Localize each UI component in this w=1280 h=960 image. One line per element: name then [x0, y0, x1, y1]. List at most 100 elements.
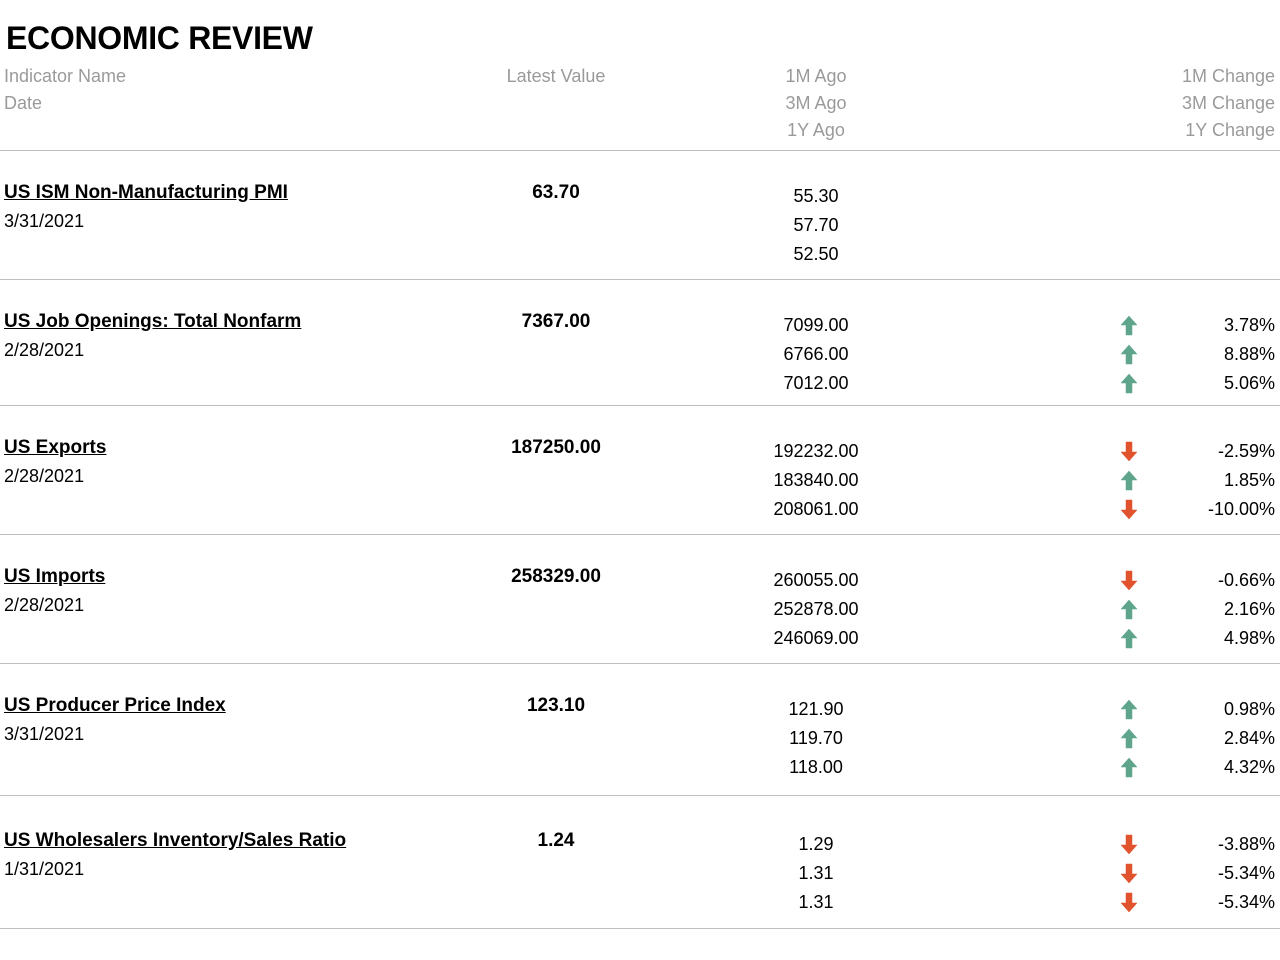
arrow-up-icon [1117, 753, 1141, 782]
change-value: 4.32% [1223, 757, 1275, 777]
arrow-up-icon [1117, 724, 1141, 753]
arrow-up-icon [1117, 311, 1141, 340]
change-value: -3.88% [1217, 834, 1275, 854]
change-value: 2.84% [1223, 728, 1275, 748]
ago-value: 7012.00 [783, 373, 849, 393]
latest-value: 1.24 [537, 830, 575, 851]
latest-value: 258329.00 [511, 566, 601, 587]
header-change: 1M Change 3M Change 1Y Change [1182, 63, 1275, 144]
change-values: 0.98% 2.84% 4.32% [1224, 695, 1275, 782]
header-1y-ago: 1Y Ago [787, 120, 845, 140]
ago-value: 1.31 [798, 892, 834, 912]
ago-values: 260055.00 252878.00 246069.00 [716, 566, 916, 653]
ago-value: 192232.00 [773, 441, 859, 461]
ago-values: 192232.00 183840.00 208061.00 [716, 437, 916, 524]
ago-value: 55.30 [793, 186, 839, 206]
row-divider [0, 534, 1280, 535]
ago-value: 252878.00 [773, 599, 859, 619]
ago-values: 121.90 119.70 118.00 [716, 695, 916, 782]
change-arrows [1117, 566, 1141, 653]
indicator-name[interactable]: US Wholesalers Inventory/Sales Ratio [4, 830, 346, 852]
change-value: 5.06% [1223, 373, 1275, 393]
header-1y-change: 1Y Change [1185, 120, 1275, 140]
arrow-down-icon [1117, 859, 1141, 888]
ago-value: 183840.00 [773, 470, 859, 490]
arrow-up-icon [1117, 369, 1141, 398]
change-values: -2.59% 1.85% -10.00% [1208, 437, 1275, 524]
row-divider [0, 663, 1280, 664]
indicator-row: US Producer Price Index 3/31/2021 123.10 12… [0, 695, 1280, 825]
change-arrows [1117, 437, 1141, 524]
arrow-down-icon [1117, 830, 1141, 859]
change-value: -10.00% [1207, 499, 1275, 519]
ago-value: 121.90 [788, 699, 844, 719]
ago-value: 52.50 [793, 244, 839, 264]
arrow-up-icon [1117, 466, 1141, 495]
header-3m-change: 3M Change [1181, 93, 1275, 113]
row-divider [0, 405, 1280, 406]
header-latest-value: Latest Value [506, 66, 606, 86]
indicator-date: 2/28/2021 [4, 466, 85, 486]
indicator-name[interactable]: US ISM Non-Manufacturing PMI [4, 182, 288, 204]
arrow-down-icon [1117, 888, 1141, 917]
change-values: -3.88% -5.34% -5.34% [1218, 830, 1275, 917]
indicator-row: US Job Openings: Total Nonfarm 2/28/2021 7… [0, 311, 1280, 441]
indicator-row: US Imports 2/28/2021 258329.00 260055.00 252… [0, 566, 1280, 696]
ago-values: 7099.00 6766.00 7012.00 [716, 311, 916, 398]
ago-value: 6766.00 [783, 344, 849, 364]
header-3m-ago: 3M Ago [785, 93, 847, 113]
change-arrows [1117, 311, 1141, 398]
header-1m-change: 1M Change [1181, 66, 1275, 86]
header-date: Date [4, 93, 43, 113]
arrow-up-icon [1117, 624, 1141, 653]
ago-value: 246069.00 [773, 628, 859, 648]
change-value: 3.78% [1223, 315, 1275, 335]
change-values: 3.78% 8.88% 5.06% [1224, 311, 1275, 398]
ago-value: 260055.00 [773, 570, 859, 590]
indicator-date: 3/31/2021 [4, 211, 85, 231]
latest-value: 123.10 [526, 695, 586, 716]
latest-value: 7367.00 [521, 311, 591, 332]
ago-values: 1.29 1.31 1.31 [716, 830, 916, 917]
ago-value: 1.31 [798, 863, 834, 883]
ago-value: 7099.00 [783, 315, 849, 335]
indicator-name[interactable]: US Imports [4, 566, 105, 588]
indicator-name[interactable]: US Exports [4, 437, 106, 459]
ago-values: 55.30 57.70 52.50 [716, 182, 916, 269]
change-value: -2.59% [1217, 441, 1275, 461]
indicator-row: US ISM Non-Manufacturing PMI 3/31/2021 63.… [0, 182, 1280, 312]
arrow-up-icon [1117, 695, 1141, 724]
indicator-name[interactable]: US Job Openings: Total Nonfarm [4, 311, 301, 333]
change-arrows [1117, 830, 1141, 917]
row-divider [0, 279, 1280, 280]
header-divider [0, 150, 1280, 151]
ago-value: 1.29 [798, 834, 834, 854]
arrow-down-icon [1117, 566, 1141, 595]
change-value: 4.98% [1223, 628, 1275, 648]
latest-value: 63.70 [532, 182, 580, 203]
indicator-date: 3/31/2021 [4, 724, 85, 744]
change-value: 1.85% [1223, 470, 1275, 490]
header-left: Indicator Name Date [4, 63, 126, 117]
header-ago: 1M Ago 3M Ago 1Y Ago [716, 63, 916, 144]
indicator-row: US Exports 2/28/2021 187250.00 192232.00 183… [0, 437, 1280, 567]
change-value: -0.66% [1217, 570, 1275, 590]
page-title: ECONOMIC REVIEW [6, 20, 313, 56]
row-divider [0, 928, 1280, 929]
ago-value: 118.00 [789, 757, 843, 777]
arrow-down-icon [1117, 437, 1141, 466]
arrow-up-icon [1117, 595, 1141, 624]
arrow-down-icon [1117, 495, 1141, 524]
indicator-name[interactable]: US Producer Price Index [4, 695, 226, 717]
change-arrows [1117, 695, 1141, 782]
change-value: 0.98% [1223, 699, 1275, 719]
header-indicator-name: Indicator Name [4, 66, 127, 86]
change-value: -5.34% [1217, 863, 1275, 883]
change-values: -0.66% 2.16% 4.98% [1218, 566, 1275, 653]
ago-value: 119.70 [789, 728, 843, 748]
indicator-date: 1/31/2021 [4, 859, 85, 879]
latest-value: 187250.00 [511, 437, 601, 458]
ago-value: 208061.00 [773, 499, 859, 519]
indicator-date: 2/28/2021 [4, 595, 85, 615]
header-1m-ago: 1M Ago [785, 66, 847, 86]
